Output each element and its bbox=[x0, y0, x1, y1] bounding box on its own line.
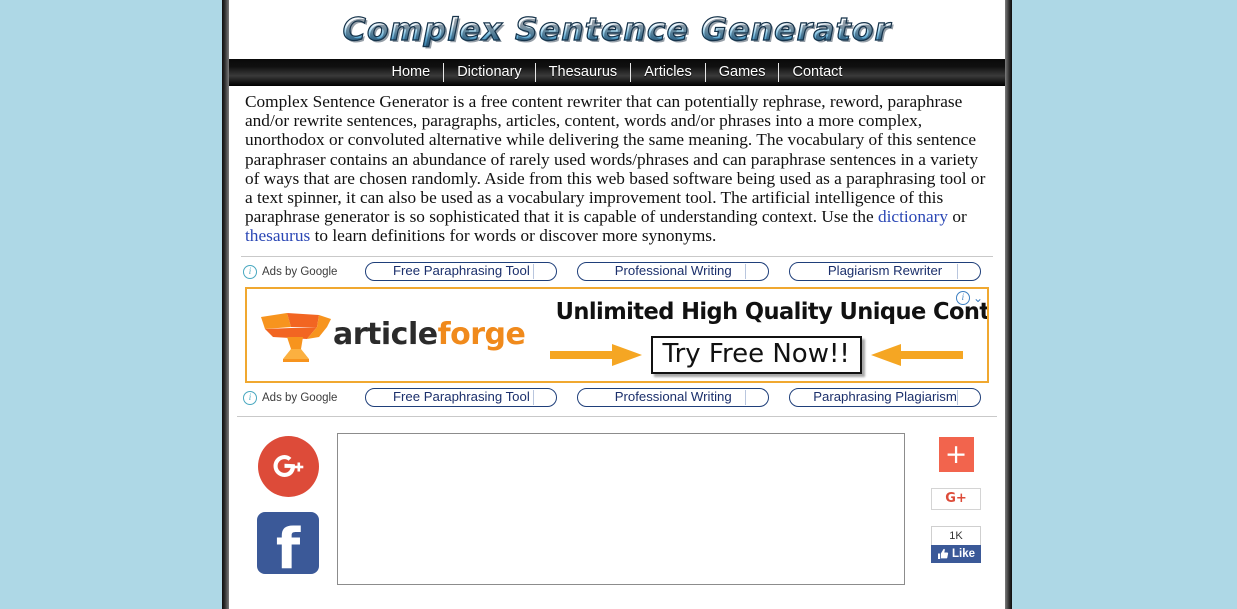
try-free-now-button[interactable]: Try Free Now!! bbox=[650, 335, 862, 374]
banner-headline: Unlimited High Quality Unique Content bbox=[556, 296, 989, 325]
thesaurus-link[interactable]: thesaurus bbox=[245, 226, 310, 245]
ad-pill-free-paraphrasing-tool[interactable]: Free Paraphrasing Tool bbox=[365, 262, 558, 282]
info-icon[interactable]: i bbox=[243, 264, 257, 279]
intro-text-middle: or bbox=[948, 207, 967, 227]
articleforge-banner-ad[interactable]: articleforge Unlimited High Quality Uniq… bbox=[245, 286, 989, 383]
ads-strip-top: i Ads by Google Free Paraphrasing Tool P… bbox=[229, 257, 1005, 287]
brand-forge: forge bbox=[437, 317, 526, 353]
nav-item-games[interactable]: Games bbox=[706, 63, 779, 82]
ads-by-google-bottom: i Ads by Google bbox=[243, 390, 338, 405]
facebook-like-widget[interactable]: 1K Like bbox=[931, 525, 981, 563]
editor-section: f + G+ 1K Like bbox=[229, 417, 1005, 587]
thumbs-up-icon bbox=[937, 548, 949, 559]
banner-cta-row: Try Free Now!! bbox=[525, 335, 987, 374]
text-input-area[interactable] bbox=[337, 432, 905, 585]
anvil-icon bbox=[261, 312, 331, 362]
info-icon[interactable]: i bbox=[955, 290, 970, 305]
dictionary-link[interactable]: dictionary bbox=[878, 207, 948, 226]
ad-choices-controls: i ⌄ bbox=[955, 290, 983, 305]
google-plus-icon bbox=[273, 455, 304, 478]
google-plus-share-button[interactable] bbox=[257, 435, 319, 497]
ad-pill-paraphrasing-plagiarism[interactable]: Paraphrasing Plagiarism bbox=[789, 388, 982, 408]
arrow-right-icon bbox=[549, 343, 642, 366]
main-navigation: Home Dictionary Thesaurus Articles Games… bbox=[229, 59, 1005, 86]
articleforge-brand: articleforge bbox=[333, 317, 526, 353]
nav-item-home[interactable]: Home bbox=[379, 63, 444, 82]
ads-by-google-label: Ads by Google bbox=[262, 391, 338, 404]
ad-pill-professional-writing[interactable]: Professional Writing bbox=[577, 388, 770, 408]
share-column-right: + G+ 1K Like bbox=[917, 433, 995, 587]
facebook-like-button[interactable]: Like bbox=[931, 544, 981, 563]
nav-item-contact[interactable]: Contact bbox=[779, 63, 855, 82]
intro-paragraph: Complex Sentence Generator is a free con… bbox=[229, 86, 1005, 250]
ad-pill-list-top: Free Paraphrasing Tool Professional Writ… bbox=[355, 262, 991, 282]
ads-by-google-label: Ads by Google bbox=[262, 265, 338, 278]
nav-item-articles[interactable]: Articles bbox=[631, 63, 705, 82]
chevron-down-icon[interactable]: ⌄ bbox=[973, 292, 983, 304]
info-icon[interactable]: i bbox=[243, 390, 257, 405]
ad-pill-free-paraphrasing-tool[interactable]: Free Paraphrasing Tool bbox=[365, 388, 558, 408]
editor-column bbox=[337, 432, 917, 587]
ads-by-google-top: i Ads by Google bbox=[243, 264, 338, 279]
ad-pill-plagiarism-rewriter[interactable]: Plagiarism Rewriter bbox=[789, 262, 982, 282]
intro-text-part2: to learn definitions for words or discov… bbox=[310, 226, 717, 246]
arrow-left-icon bbox=[870, 343, 963, 366]
ad-pill-professional-writing[interactable]: Professional Writing bbox=[577, 262, 770, 282]
site-container: Complex Sentence Generator Home Dictiona… bbox=[222, 0, 1012, 609]
google-plus-button[interactable]: G+ bbox=[931, 487, 981, 510]
nav-item-thesaurus[interactable]: Thesaurus bbox=[536, 63, 631, 82]
intro-text-part1: Complex Sentence Generator is a free con… bbox=[245, 92, 986, 227]
site-logo: Complex Sentence Generator bbox=[342, 11, 892, 48]
facebook-like-label: Like bbox=[951, 547, 975, 560]
articleforge-logo: articleforge bbox=[247, 307, 526, 363]
banner-ad-wrapper: articleforge Unlimited High Quality Uniq… bbox=[229, 286, 1005, 383]
site-header: Complex Sentence Generator bbox=[229, 0, 1005, 59]
addthis-share-button[interactable]: + bbox=[938, 436, 974, 472]
facebook-icon: f bbox=[275, 516, 301, 582]
facebook-like-count: 1K bbox=[931, 525, 981, 545]
brand-article: article bbox=[333, 317, 438, 353]
facebook-share-button[interactable]: f bbox=[257, 511, 319, 580]
ads-strip-bottom: i Ads by Google Free Paraphrasing Tool P… bbox=[229, 383, 1005, 413]
social-share-column-left: f bbox=[239, 433, 337, 587]
nav-item-dictionary[interactable]: Dictionary bbox=[444, 63, 534, 82]
banner-content: Unlimited High Quality Unique Content Tr… bbox=[525, 289, 987, 381]
ad-pill-list-bottom: Free Paraphrasing Tool Professional Writ… bbox=[355, 388, 991, 408]
